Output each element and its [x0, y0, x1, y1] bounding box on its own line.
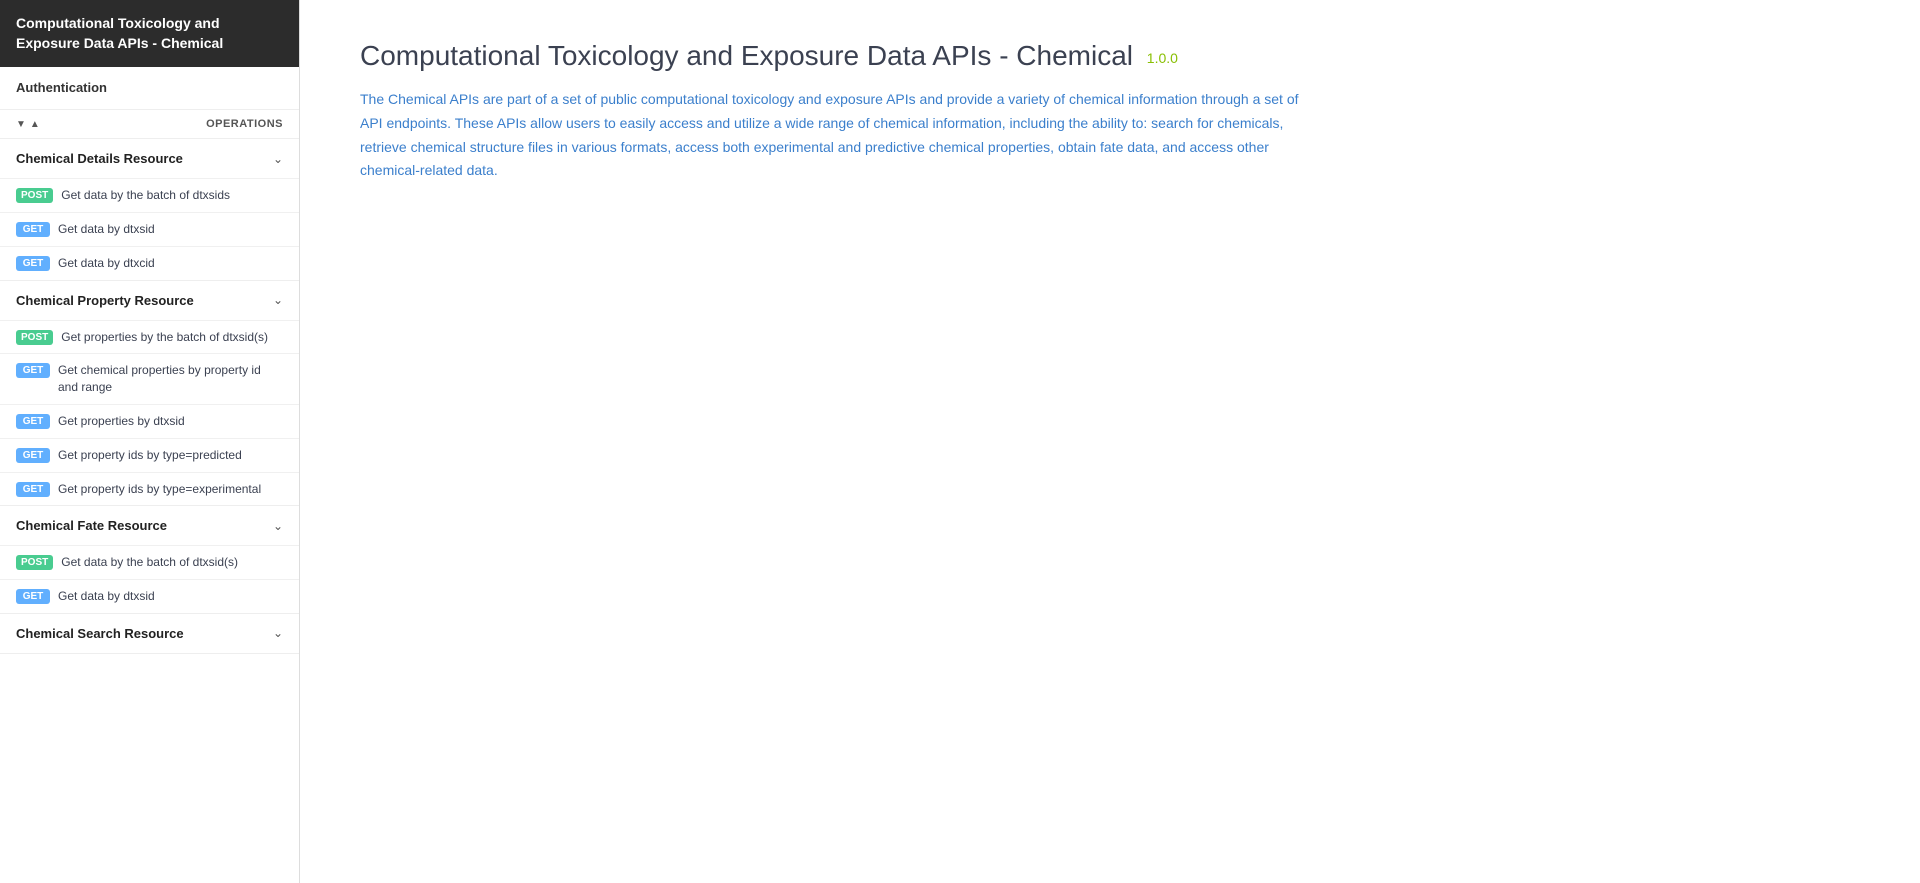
resource-header-chemical-fate[interactable]: Chemical Fate Resource ⌄: [0, 506, 299, 545]
sidebar-header: Computational Toxicology and Exposure Da…: [0, 0, 299, 67]
resource-title-chemical-property: Chemical Property Resource: [16, 293, 194, 308]
page-description: The Chemical APIs are part of a set of p…: [360, 88, 1320, 183]
api-label-chemical-details-0: Get data by the batch of dtxsids: [61, 187, 230, 204]
resource-title-chemical-search: Chemical Search Resource: [16, 626, 184, 641]
api-item-chemical-fate-0[interactable]: POST Get data by the batch of dtxsid(s): [0, 545, 299, 579]
resource-section-chemical-details: Chemical Details Resource ⌄ POST Get dat…: [0, 139, 299, 280]
api-label-chemical-fate-0: Get data by the batch of dtxsid(s): [61, 554, 238, 571]
resource-title-chemical-fate: Chemical Fate Resource: [16, 518, 167, 533]
ops-label: OPERATIONS: [206, 118, 283, 130]
resource-header-chemical-property[interactable]: Chemical Property Resource ⌄: [0, 281, 299, 320]
resource-header-chemical-details[interactable]: Chemical Details Resource ⌄: [0, 139, 299, 178]
method-badge-chemical-property-4: GET: [16, 482, 50, 497]
method-badge-chemical-fate-1: GET: [16, 589, 50, 604]
ops-row: ▼ ▲ OPERATIONS: [0, 110, 299, 139]
api-item-chemical-fate-1[interactable]: GET Get data by dtxsid: [0, 579, 299, 613]
method-badge-chemical-property-2: GET: [16, 414, 50, 429]
api-item-chemical-property-0[interactable]: POST Get properties by the batch of dtxs…: [0, 320, 299, 354]
api-label-chemical-fate-1: Get data by dtxsid: [58, 588, 155, 605]
method-badge-chemical-property-0: POST: [16, 330, 53, 345]
api-label-chemical-property-3: Get property ids by type=predicted: [58, 447, 242, 464]
method-badge-chemical-property-1: GET: [16, 363, 50, 378]
main-content: Computational Toxicology and Exposure Da…: [300, 0, 1920, 883]
sidebar-title: Computational Toxicology and Exposure Da…: [16, 15, 223, 51]
resource-sections: Chemical Details Resource ⌄ POST Get dat…: [0, 139, 299, 654]
api-label-chemical-property-4: Get property ids by type=experimental: [58, 481, 261, 498]
method-badge-chemical-fate-0: POST: [16, 555, 53, 570]
chevron-icon-chemical-property: ⌄: [273, 293, 283, 307]
resource-items-chemical-details: POST Get data by the batch of dtxsids GE…: [0, 178, 299, 279]
resource-section-chemical-property: Chemical Property Resource ⌄ POST Get pr…: [0, 281, 299, 507]
api-item-chemical-property-1[interactable]: GET Get chemical properties by property …: [0, 353, 299, 404]
api-label-chemical-property-0: Get properties by the batch of dtxsid(s): [61, 329, 268, 346]
resource-title-chemical-details: Chemical Details Resource: [16, 151, 183, 166]
api-item-chemical-property-4[interactable]: GET Get property ids by type=experimenta…: [0, 472, 299, 506]
api-item-chemical-property-2[interactable]: GET Get properties by dtxsid: [0, 404, 299, 438]
api-label-chemical-details-2: Get data by dtxcid: [58, 255, 155, 272]
chevron-icon-chemical-fate: ⌄: [273, 519, 283, 533]
resource-section-chemical-fate: Chemical Fate Resource ⌄ POST Get data b…: [0, 506, 299, 614]
api-item-chemical-details-1[interactable]: GET Get data by dtxsid: [0, 212, 299, 246]
expand-down-icon[interactable]: ▼: [16, 119, 26, 130]
expand-up-icon[interactable]: ▲: [30, 119, 40, 130]
api-item-chemical-property-3[interactable]: GET Get property ids by type=predicted: [0, 438, 299, 472]
resource-header-chemical-search[interactable]: Chemical Search Resource ⌄: [0, 614, 299, 653]
api-label-chemical-property-2: Get properties by dtxsid: [58, 413, 185, 430]
resource-items-chemical-fate: POST Get data by the batch of dtxsid(s) …: [0, 545, 299, 613]
resource-section-chemical-search: Chemical Search Resource ⌄: [0, 614, 299, 654]
method-badge-chemical-details-0: POST: [16, 188, 53, 203]
sidebar: Computational Toxicology and Exposure Da…: [0, 0, 300, 883]
auth-section: Authentication: [0, 67, 299, 110]
version-badge: 1.0.0: [1147, 50, 1178, 66]
method-badge-chemical-details-2: GET: [16, 256, 50, 271]
resource-items-chemical-property: POST Get properties by the batch of dtxs…: [0, 320, 299, 506]
api-label-chemical-details-1: Get data by dtxsid: [58, 221, 155, 238]
method-badge-chemical-details-1: GET: [16, 222, 50, 237]
chevron-icon-chemical-details: ⌄: [273, 152, 283, 166]
chevron-icon-chemical-search: ⌄: [273, 626, 283, 640]
page-title-text: Computational Toxicology and Exposure Da…: [360, 40, 1133, 71]
api-item-chemical-details-2[interactable]: GET Get data by dtxcid: [0, 246, 299, 280]
expand-icons: ▼ ▲: [16, 119, 40, 130]
method-badge-chemical-property-3: GET: [16, 448, 50, 463]
api-label-chemical-property-1: Get chemical properties by property id a…: [58, 362, 283, 396]
page-title: Computational Toxicology and Exposure Da…: [360, 40, 1860, 72]
api-item-chemical-details-0[interactable]: POST Get data by the batch of dtxsids: [0, 178, 299, 212]
auth-label: Authentication: [16, 80, 107, 95]
